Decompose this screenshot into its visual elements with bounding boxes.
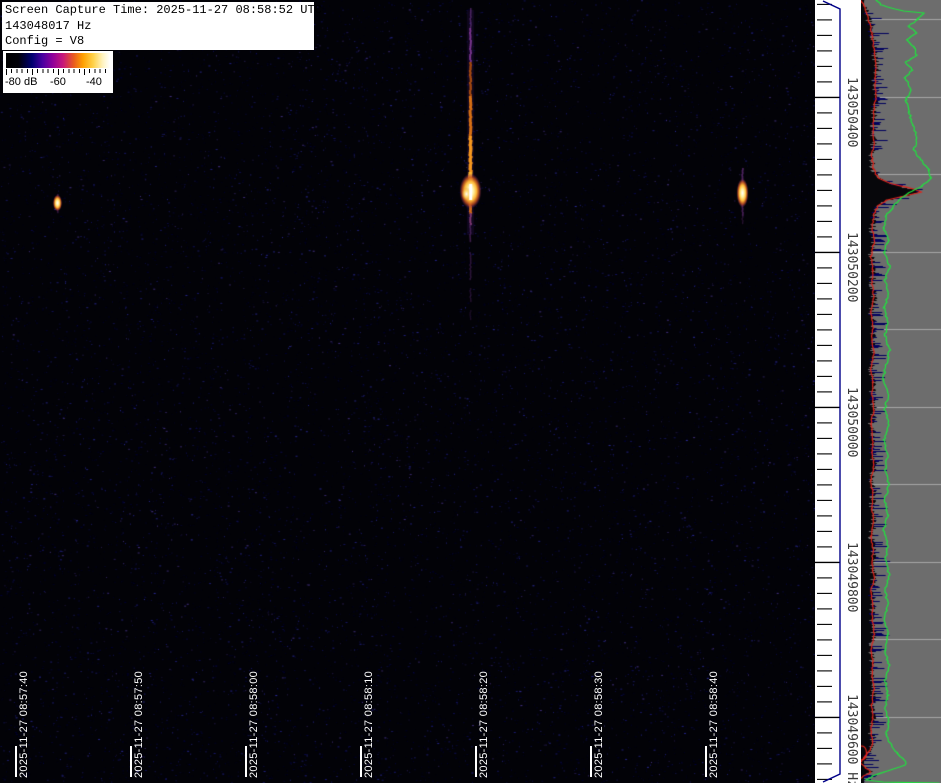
- legend-label-minus80db: -80 dB: [5, 76, 37, 88]
- time-tick-6: [590, 746, 592, 777]
- time-label-7: 2025-11-27 08:58:40: [708, 671, 721, 778]
- time-tick-1: [15, 746, 17, 777]
- intensity-legend: -80 dB -60 -40: [3, 51, 113, 93]
- freq-label-1: 143050400: [843, 77, 859, 147]
- time-label-6: 2025-11-27 08:58:30: [593, 671, 606, 778]
- legend-tick-marks: [6, 69, 110, 75]
- time-tick-3: [245, 746, 247, 777]
- time-tick-2: [130, 746, 132, 777]
- freq-label-5: 143049600 Hz: [843, 694, 859, 783]
- legend-label-minus40: -40: [86, 76, 102, 88]
- time-label-2: 2025-11-27 08:57:50: [133, 671, 146, 778]
- live-spectrum-panel: [861, 0, 941, 783]
- legend-label-minus60: -60: [50, 76, 66, 88]
- waterfall-display: [0, 0, 815, 783]
- time-tick-5: [475, 746, 477, 777]
- spectrogram-app-window: Screen Capture Time: 2025-11-27 08:58:52…: [0, 0, 941, 783]
- intensity-gradient-bar: [6, 53, 110, 68]
- freq-label-2: 143050200: [843, 232, 859, 302]
- time-label-5: 2025-11-27 08:58:20: [478, 671, 491, 778]
- time-tick-7: [705, 746, 707, 777]
- time-label-4: 2025-11-27 08:58:10: [363, 671, 376, 778]
- center-frequency-line: 143048017 Hz: [5, 19, 311, 35]
- time-label-1: 2025-11-27 08:57:40: [18, 671, 31, 778]
- capture-time-line: Screen Capture Time: 2025-11-27 08:58:52…: [5, 3, 311, 19]
- freq-label-4: 143049800: [843, 542, 859, 612]
- time-tick-4: [360, 746, 362, 777]
- time-label-3: 2025-11-27 08:58:00: [248, 671, 261, 778]
- freq-label-3: 143050000: [843, 387, 859, 457]
- config-line: Config = V8: [5, 34, 311, 50]
- capture-info-box: Screen Capture Time: 2025-11-27 08:58:52…: [2, 2, 314, 50]
